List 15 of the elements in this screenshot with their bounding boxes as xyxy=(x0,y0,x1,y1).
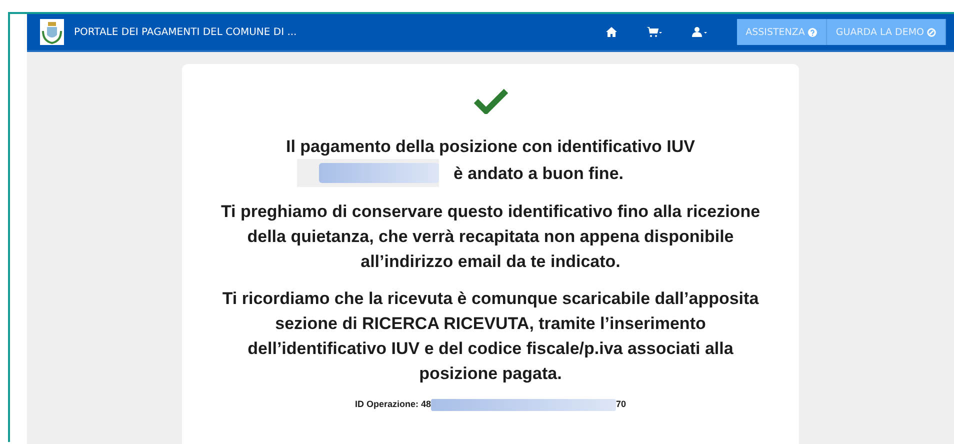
operation-id-label: ID Operazione: 48 xyxy=(354,398,431,411)
home-icon[interactable] xyxy=(606,27,617,37)
success-heading-end: è andato a buon fine. xyxy=(453,162,624,184)
cart-icon[interactable] xyxy=(646,27,662,37)
crest-logo xyxy=(40,19,64,45)
portal-title: PORTALE DEI PAGAMENTI DEL COMUNE DI ... xyxy=(74,26,298,38)
help-button[interactable]: ASSISTENZA xyxy=(736,19,827,45)
success-heading: Il pagamento della posizione con identificativo IUV xyxy=(286,136,695,158)
user-icon[interactable] xyxy=(692,27,707,37)
operation-id-end: 70 xyxy=(616,398,626,411)
help-icon xyxy=(808,28,817,36)
checkmark-icon xyxy=(474,88,508,114)
info-paragraph: Ti preghiamo di conservare questo identificativo fino alla ricezione della quietanza, che verrà recapitata non appena disponibile all’indirizzo email da te indicato. xyxy=(220,201,762,273)
info-paragraph: Ti ricordiamo che la ricevuta è comunque scaricabile dall’apposita sezione di RICERCA RICEVUTA, tramite l’inserimento dell’identificativo IUV e del codice fiscale/p.iva associati alla posizione pagata. xyxy=(221,288,760,385)
demo-button[interactable]: GUARDA LA DEMO xyxy=(826,19,946,45)
